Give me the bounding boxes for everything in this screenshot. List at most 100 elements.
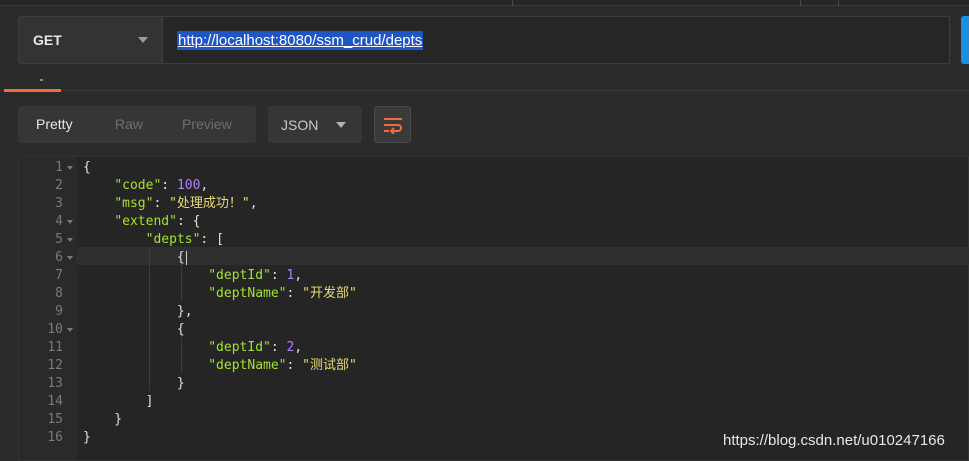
code-line: 11 "deptId": 2,: [19, 339, 969, 357]
code-line: 9 },: [19, 303, 969, 321]
code-line: 8 "deptName": "开发部": [19, 285, 969, 303]
text-cursor: [185, 250, 187, 265]
json-key: "deptName": [208, 358, 287, 373]
code-text: ]: [83, 393, 154, 411]
json-punct: {: [83, 160, 91, 175]
json-string: "处理成功！": [169, 196, 250, 211]
code-line: 6 {: [19, 249, 969, 267]
request-bar: GET http://localhost:8080/ssm_crud/depts: [0, 6, 969, 76]
json-punct: :: [153, 196, 170, 211]
json-punct: }: [83, 376, 185, 391]
json-key: "code": [114, 178, 162, 193]
json-punct: : {: [176, 214, 201, 229]
code-text: "deptId": 1,: [83, 267, 302, 285]
json-punct: }: [83, 412, 123, 427]
json-punct: [83, 340, 208, 355]
json-punct: [83, 214, 114, 229]
line-number: 4: [55, 214, 63, 229]
method-select[interactable]: GET: [18, 16, 163, 64]
json-punct: [83, 286, 208, 301]
code-text: "deptName": "开发部": [83, 285, 357, 303]
line-number: 7: [55, 268, 63, 283]
code-line: 1{: [19, 159, 969, 177]
line-number: 16: [47, 430, 63, 445]
json-punct: [83, 178, 114, 193]
code-line: 10 {: [19, 321, 969, 339]
code-text: {: [83, 159, 91, 177]
json-punct: :: [161, 178, 177, 193]
line-number: 1: [55, 160, 63, 175]
code-line: 3 "msg": "处理成功！",: [19, 195, 969, 213]
code-line: 12 "deptName": "测试部": [19, 357, 969, 375]
line-number: 12: [47, 358, 63, 373]
json-punct: :: [270, 268, 287, 283]
fold-toggle-icon[interactable]: [67, 220, 73, 224]
json-string: "开发部": [302, 286, 357, 301]
line-number: 2: [55, 178, 63, 193]
code-text: "msg": "处理成功！",: [83, 195, 258, 213]
fold-toggle-icon[interactable]: [67, 238, 73, 242]
fold-toggle-icon[interactable]: [67, 166, 73, 170]
send-button[interactable]: [961, 16, 969, 64]
line-number: 6: [55, 250, 63, 265]
code-text: "deptName": "测试部": [83, 357, 357, 375]
code-line: 15 }: [19, 411, 969, 429]
json-key: "msg": [114, 196, 154, 211]
json-punct: :: [270, 340, 287, 355]
format-select[interactable]: JSON: [268, 106, 362, 143]
json-punct: ,: [294, 340, 303, 355]
json-key: "deptName": [208, 286, 287, 301]
code-line: 7 "deptId": 1,: [19, 267, 969, 285]
json-punct: [83, 196, 114, 211]
json-punct: {: [83, 250, 185, 265]
json-punct: ]: [83, 394, 154, 409]
fold-toggle-icon[interactable]: [67, 328, 73, 332]
url-text: http://localhost:8080/ssm_crud/depts: [177, 30, 424, 50]
code-text: }: [83, 429, 91, 447]
line-number: 13: [47, 376, 63, 391]
json-key: "depts": [145, 232, 201, 247]
json-punct: [83, 358, 208, 373]
tab-raw[interactable]: Raw: [115, 116, 143, 132]
wrap-lines-button[interactable]: [374, 106, 411, 143]
code-text: {: [83, 321, 185, 339]
url-input[interactable]: http://localhost:8080/ssm_crud/depts: [163, 16, 950, 64]
json-punct: {: [83, 322, 185, 337]
wrap-lines-icon: [383, 117, 402, 134]
code-text: },: [83, 303, 193, 321]
code-line: 14 ]: [19, 393, 969, 411]
line-number: 5: [55, 232, 63, 247]
line-number: 15: [47, 412, 63, 427]
code-text: "code": 100,: [83, 177, 208, 195]
tab-pretty[interactable]: Pretty: [36, 116, 73, 132]
fold-toggle-icon[interactable]: [67, 256, 73, 260]
json-key: "deptId": [208, 268, 271, 283]
json-string: "测试部": [302, 358, 357, 373]
json-punct: }: [83, 430, 91, 445]
json-punct: ,: [294, 268, 303, 283]
line-number: 8: [55, 286, 63, 301]
active-tab-underline: [4, 89, 61, 92]
line-number: 14: [47, 394, 63, 409]
json-punct: :: [286, 358, 303, 373]
response-body-editor[interactable]: 1{2 "code": 100, 3 "msg": "处理成功！", 4 "exte…: [18, 156, 969, 461]
code-line: 5 "depts": [: [19, 231, 969, 249]
json-punct: ,: [200, 178, 209, 193]
json-punct: [83, 232, 146, 247]
format-label: JSON: [281, 116, 319, 133]
line-number: 11: [47, 340, 63, 355]
chevron-down-icon: [336, 122, 346, 128]
response-view-tabs: Pretty Raw Preview: [18, 106, 256, 143]
watermark: https://blog.csdn.net/u010247166: [723, 432, 945, 449]
line-number: 3: [55, 196, 63, 211]
tab-preview[interactable]: Preview: [182, 116, 232, 132]
json-key: "deptId": [208, 340, 271, 355]
line-number: 10: [47, 322, 63, 337]
code-text: }: [83, 411, 122, 429]
json-punct: ,: [249, 196, 258, 211]
code-text: "extend": {: [83, 213, 200, 231]
code-line: 2 "code": 100,: [19, 177, 969, 195]
json-key: "extend": [114, 214, 177, 229]
tab-indicator-dot: [40, 79, 43, 81]
chevron-down-icon: [138, 37, 148, 43]
